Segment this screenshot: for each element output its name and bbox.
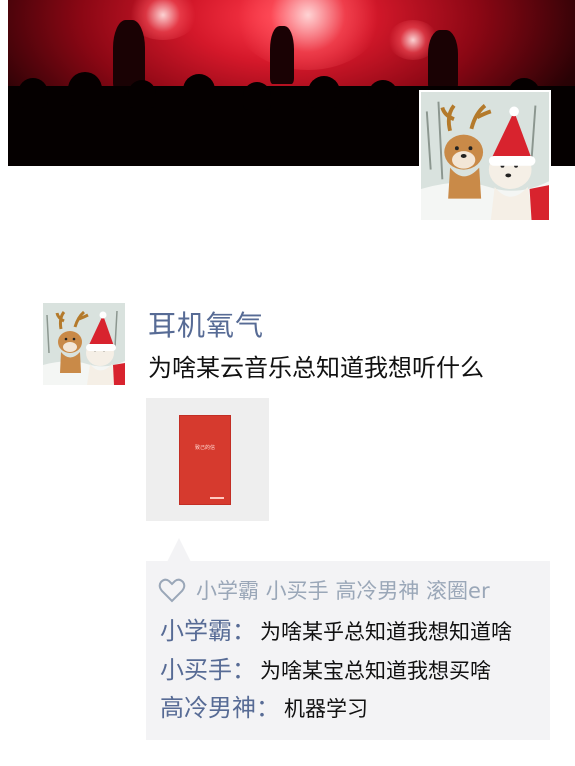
heart-outline-icon[interactable]	[158, 577, 186, 603]
comment-colon: ：	[232, 617, 256, 645]
comment-text: 为啥某宝总知道我想买啥	[260, 659, 491, 683]
performer-silhouette	[270, 26, 294, 84]
crowd-head	[243, 82, 271, 110]
comment-section: 小学霸 小买手 高冷男神 滚圈er 小学霸 ： 为啥某乎总知道我想知道啥 小买手…	[146, 561, 550, 740]
comment-item[interactable]: 高冷男神 ： 机器学习	[160, 688, 368, 723]
comment-text: 为啥某乎总知道我想知道啥	[260, 620, 512, 644]
author-nickname[interactable]: 耳机氧气	[148, 304, 264, 344]
comment-author[interactable]: 小学霸	[160, 611, 232, 646]
comment-author[interactable]: 高冷男神	[160, 688, 256, 723]
performer-silhouette	[428, 30, 458, 90]
crowd-head	[308, 76, 340, 108]
crowd-head	[68, 72, 102, 106]
comment-author[interactable]: 小买手	[160, 650, 232, 685]
comment-colon: ：	[256, 694, 280, 722]
crowd-head	[183, 74, 215, 106]
book-cover-thumbnail: 致己的信	[180, 416, 230, 504]
crowd-head	[128, 80, 156, 108]
comment-text: 机器学习	[284, 697, 368, 721]
moments-page: 耳机氧气 为啥某云音乐总知道我想听什么 致己的信 小学霸 小买手 高冷男神 滚圈…	[0, 0, 575, 766]
comment-item[interactable]: 小学霸 ： 为啥某乎总知道我想知道啥	[160, 611, 512, 646]
liker-names[interactable]: 小学霸 小买手 高冷男神 滚圈er	[196, 575, 490, 605]
crowd-head	[368, 80, 398, 110]
dogs-christmas-photo	[43, 303, 125, 385]
stage-light	[233, 0, 383, 70]
dogs-christmas-photo	[421, 92, 549, 220]
book-cover-title: 致己的信	[194, 445, 215, 451]
author-avatar[interactable]	[43, 303, 125, 385]
post-text: 为啥某云音乐总知道我想听什么	[148, 354, 484, 382]
profile-avatar[interactable]	[419, 90, 551, 222]
crowd-head	[18, 78, 48, 108]
comment-bubble-arrow	[167, 538, 191, 562]
comment-colon: ：	[232, 656, 256, 684]
likes-row: 小学霸 小买手 高冷男神 滚圈er	[158, 575, 490, 605]
book-cover-mark	[210, 497, 224, 499]
comment-item[interactable]: 小买手 ： 为啥某宝总知道我想买啥	[160, 650, 491, 685]
shared-music-card[interactable]: 致己的信	[146, 398, 269, 521]
